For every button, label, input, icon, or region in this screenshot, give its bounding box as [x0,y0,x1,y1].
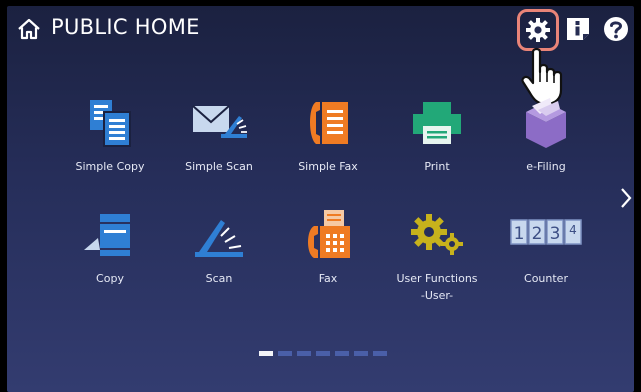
simple-fax-icon [310,102,348,144]
app-label: Fax [318,272,338,285]
counter-digit: 3 [550,224,561,244]
page-dot[interactable] [316,351,330,356]
page-dot[interactable] [278,351,292,356]
copy-icon [84,214,130,256]
settings-button[interactable] [517,9,559,51]
scan-icon [195,220,243,257]
chevron-right-icon[interactable] [619,186,633,210]
app-simple-scan[interactable]: Simple Scan [169,98,269,175]
app-e-filing[interactable]: e-Filing [496,98,596,175]
page-indicator [259,351,387,357]
app-label: User Functions -User- [387,270,487,304]
print-icon [413,102,461,144]
gears-icon [411,214,463,255]
app-label: Simple Copy [75,160,145,173]
app-user-functions[interactable]: User Functions -User- [387,210,487,304]
counter-digit: 4 [569,223,577,237]
app-print[interactable]: Print [387,98,487,175]
help-icon[interactable] [602,15,630,43]
counter-digit: 1 [514,224,525,244]
app-label: Simple Fax [298,160,358,173]
home-icon[interactable] [17,18,41,40]
page-dot[interactable] [259,351,273,356]
page-dot[interactable] [297,351,311,356]
app-label-line1: User Functions [396,272,478,285]
app-label: Scan [205,272,233,285]
gear-icon [526,18,550,42]
app-label: e-Filing [526,160,566,173]
e-filing-icon [526,98,566,148]
home-screen: PUBLIC HOME Simple Copy Simple Scan Simp… [7,6,634,392]
counter-icon: 1 2 3 4 [510,219,582,245]
app-label: Print [424,160,450,173]
info-icon[interactable] [564,15,592,43]
app-label-line2: -User- [420,289,454,302]
app-simple-fax[interactable]: Simple Fax [278,98,378,175]
simple-scan-icon [192,105,247,138]
page-dot[interactable] [335,351,349,356]
app-simple-copy[interactable]: Simple Copy [60,98,160,175]
page-title: PUBLIC HOME [51,15,200,39]
app-fax[interactable]: Fax [278,210,378,287]
app-counter[interactable]: 1 2 3 4 Counter [496,210,596,287]
app-label: Copy [96,272,124,285]
page-dot[interactable] [373,351,387,356]
counter-digit: 2 [532,224,543,244]
app-copy[interactable]: Copy [60,210,160,287]
simple-copy-icon [90,100,131,147]
fax-icon [308,210,350,258]
app-label: Simple Scan [185,160,253,173]
app-scan[interactable]: Scan [169,210,269,287]
page-dot[interactable] [354,351,368,356]
app-label: Counter [524,272,568,285]
